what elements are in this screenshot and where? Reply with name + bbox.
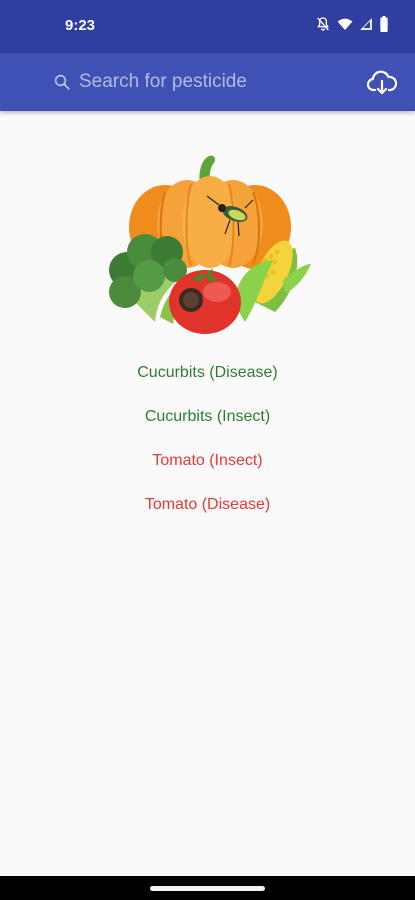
list-item[interactable]: Cucurbits (Disease) <box>0 360 415 404</box>
navigation-bar <box>0 876 415 900</box>
list-item[interactable]: Tomato (Disease) <box>0 492 415 536</box>
list-item[interactable]: Tomato (Insect) <box>0 448 415 492</box>
signal-icon <box>359 16 373 32</box>
status-time: 9:23 <box>65 17 96 34</box>
search-input[interactable] <box>79 66 349 98</box>
app-bar <box>0 53 415 111</box>
cloud-download-icon[interactable] <box>366 66 398 98</box>
battery-icon <box>379 16 389 32</box>
home-gesture-handle[interactable] <box>150 886 265 891</box>
search-icon <box>53 73 71 96</box>
status-icons <box>315 16 389 32</box>
list-item[interactable]: Cucurbits (Insect) <box>0 404 415 448</box>
vegetables-illustration <box>105 152 313 338</box>
status-bar: 9:23 <box>0 0 415 53</box>
mute-icon <box>315 16 331 32</box>
wifi-icon <box>337 16 353 32</box>
crop-list: Cucurbits (Disease) Cucurbits (Insect) T… <box>0 360 415 536</box>
